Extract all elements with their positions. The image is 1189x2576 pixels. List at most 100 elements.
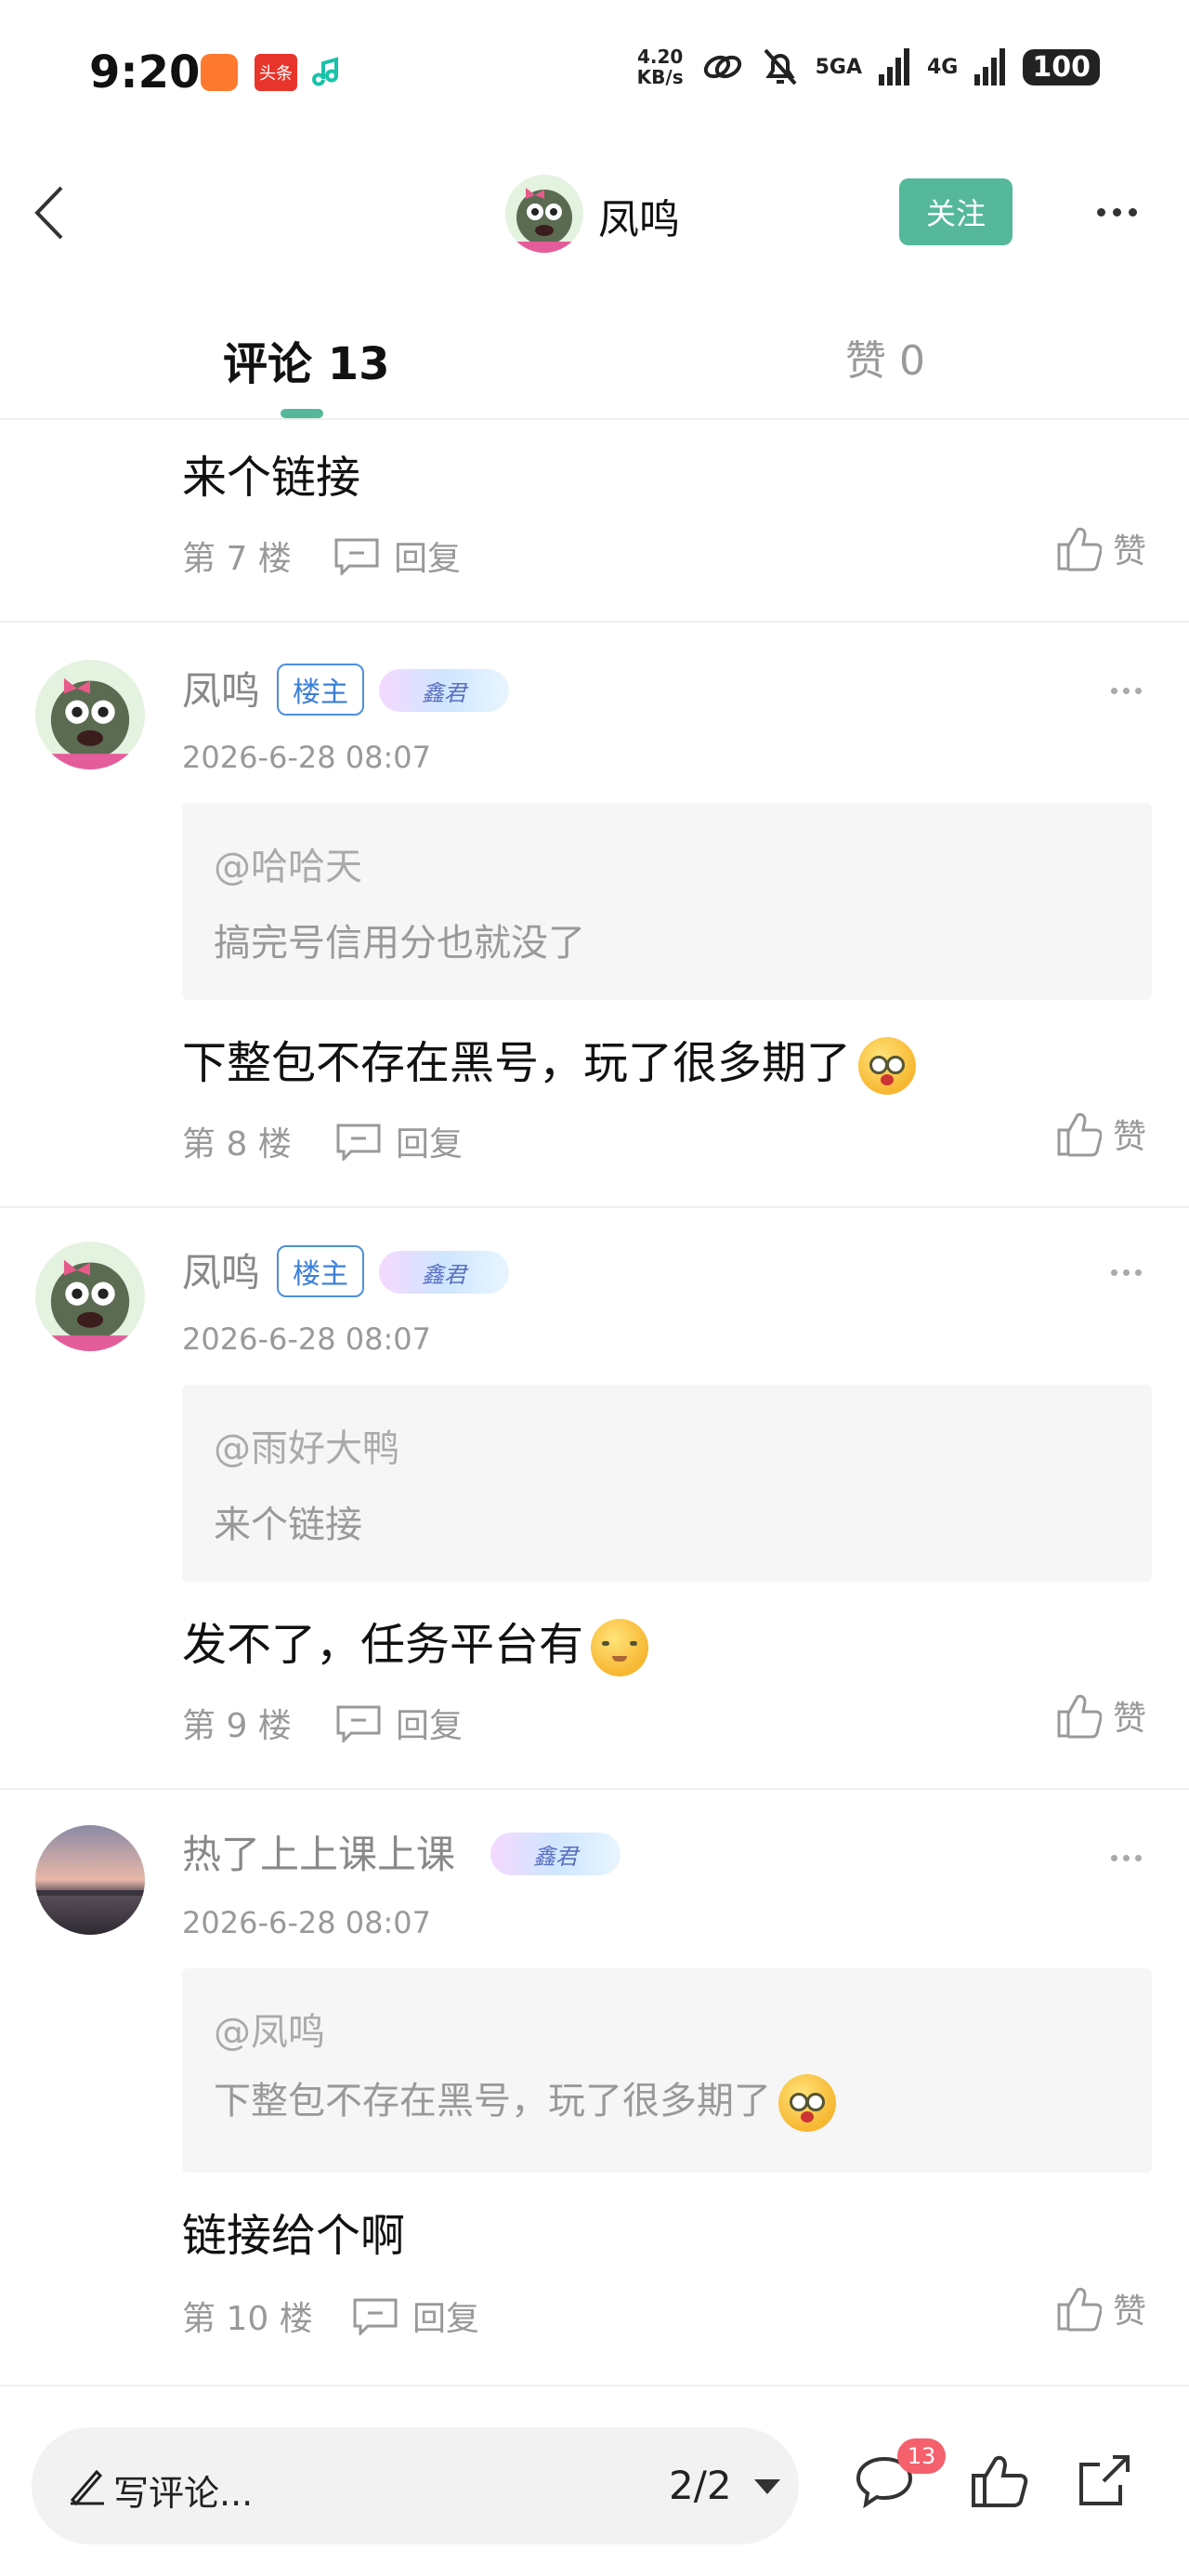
reply-label: 回复 — [412, 2300, 480, 2338]
like-button[interactable]: 赞 — [1055, 524, 1146, 572]
pen-icon — [70, 2469, 104, 2506]
comment-item: 来个链接 第 7 楼 回复 赞 — [0, 422, 1189, 623]
status-bar: 9:20 头条 4.20 KB/s 5GA 4G 100 — [0, 0, 1189, 139]
author-avatar[interactable] — [505, 175, 583, 253]
app-icon-orange — [201, 54, 238, 91]
quoted-comment[interactable]: @雨好大鸭 来个链接 — [182, 1385, 1152, 1582]
comment-content: 发不了，任务平台有 — [182, 1608, 649, 1676]
like-button[interactable]: 赞 — [1055, 1691, 1146, 1740]
toutiao-icon: 头条 — [255, 54, 297, 91]
chevron-down-icon[interactable] — [754, 2479, 780, 2494]
surprised-emoji-icon — [778, 2074, 836, 2132]
quote-text: 搞完号信用分也就没了 — [214, 922, 585, 965]
host-badge: 楼主 — [277, 1245, 364, 1297]
reply-label: 回复 — [394, 540, 462, 578]
floor-number: 第 9 楼 — [182, 1707, 292, 1745]
share-icon[interactable] — [1072, 2448, 1139, 2515]
comment-input-placeholder: 写评论... — [113, 2473, 254, 2514]
signal-4g: 4G — [927, 55, 959, 79]
thumbs-up-icon — [1057, 1694, 1102, 1739]
tab-comments[interactable]: 评论 13 — [223, 327, 390, 392]
reply-button[interactable]: 回复 — [351, 2292, 479, 2340]
reply-label: 回复 — [396, 1707, 464, 1745]
reply-icon — [353, 2298, 398, 2335]
tab-active-indicator — [281, 409, 323, 418]
comment-content-text: 下整包不存在黑号，玩了很多期了 — [182, 1037, 852, 1089]
comment-more-button[interactable] — [1111, 1855, 1142, 1861]
like-button[interactable]: 赞 — [1055, 2284, 1146, 2333]
avatar[interactable] — [35, 1825, 145, 1935]
comment-username[interactable]: 凤鸣 — [182, 1242, 260, 1298]
back-arrow-icon — [34, 186, 63, 240]
shy-emoji-icon — [591, 1619, 649, 1676]
thumbs-up-icon — [1057, 527, 1102, 572]
comment-content: 链接给个啊 — [182, 2210, 406, 2262]
net-speed-unit: KB/s — [636, 66, 684, 88]
more-options-button[interactable] — [1087, 186, 1146, 238]
signal-bars-icon — [879, 48, 909, 85]
reply-button[interactable]: 回复 — [334, 1117, 463, 1165]
quote-text: 来个链接 — [214, 1504, 362, 1546]
comment-date: 2026-6-28 08:07 — [182, 1905, 431, 1940]
reply-button[interactable]: 回复 — [333, 532, 461, 580]
comment-content: 来个链接 — [182, 452, 361, 504]
comment-item: 凤鸣 楼主 鑫君 2026-6-28 08:07 @哈哈天 搞完号信用分也就没了… — [0, 623, 1189, 1208]
comment-more-button[interactable] — [1111, 688, 1142, 694]
like-label: 赞 — [1113, 1118, 1147, 1156]
quoted-comment[interactable]: @哈哈天 搞完号信用分也就没了 — [182, 803, 1152, 1000]
toutiao-label: 头条 — [259, 64, 293, 84]
tab-bar: 评论 13 赞 0 — [0, 316, 1189, 420]
tab-likes[interactable]: 赞 0 — [845, 327, 925, 387]
level-badge: 鑫君 — [379, 1251, 509, 1294]
signal-bars-icon — [974, 48, 1006, 85]
back-button[interactable] — [26, 180, 82, 245]
comment-item: 凤鸣 楼主 鑫君 2026-6-28 08:07 @雨好大鸭 来个链接 发不了，… — [0, 1208, 1189, 1790]
signal-5ga: 5GA — [815, 55, 862, 79]
comment-input[interactable]: 写评论... 2/2 — [32, 2427, 799, 2544]
battery-indicator: 100 — [1023, 48, 1100, 85]
quote-text-content: 下整包不存在黑号，玩了很多期了 — [214, 2080, 771, 2123]
status-time: 9:20 — [89, 46, 201, 99]
author-name[interactable]: 凤鸣 — [598, 186, 680, 245]
net-speed-value: 4.20 — [636, 46, 684, 68]
quote-mention: @凤鸣 — [214, 2011, 325, 2054]
comment-content: 下整包不存在黑号，玩了很多期了 — [182, 1026, 917, 1095]
level-badge: 鑫君 — [379, 669, 509, 712]
comment-item: 热了上上课上课 鑫君 2026-6-28 08:07 @凤鸣 下整包不存在黑号，… — [0, 1790, 1189, 2386]
reply-icon — [334, 538, 379, 575]
bottom-action-bar: 写评论... 2/2 13 — [0, 2388, 1189, 2576]
comment-count-badge: 13 — [897, 2438, 946, 2474]
comment-username[interactable]: 热了上上课上课 — [182, 1823, 455, 1880]
net-speed: 4.20 KB/s — [637, 46, 684, 87]
page-indicator[interactable]: 2/2 — [669, 2463, 732, 2508]
thumbs-up-icon — [1057, 2287, 1102, 2332]
thumbs-up-icon[interactable] — [966, 2448, 1033, 2515]
like-label: 赞 — [1113, 2293, 1147, 2331]
mute-icon — [764, 48, 797, 85]
link-icon — [703, 55, 741, 79]
comment-more-button[interactable] — [1111, 1269, 1142, 1276]
music-icon — [310, 54, 347, 91]
reply-icon — [336, 1124, 381, 1161]
reply-label: 回复 — [396, 1125, 464, 1163]
thumbs-up-icon — [1057, 1112, 1102, 1157]
quote-text: 下整包不存在黑号，玩了很多期了 — [214, 2070, 836, 2132]
comment-username[interactable]: 凤鸣 — [182, 660, 260, 716]
like-label: 赞 — [1113, 532, 1147, 571]
surprised-emoji-icon — [858, 1037, 917, 1095]
like-button[interactable]: 赞 — [1055, 1110, 1146, 1158]
quote-mention: @雨好大鸭 — [214, 1427, 399, 1470]
avatar[interactable] — [35, 1242, 145, 1351]
level-badge: 鑫君 — [490, 1833, 621, 1875]
follow-button[interactable]: 关注 — [899, 178, 1013, 245]
comment-content-text: 发不了，任务平台有 — [182, 1619, 584, 1671]
reply-button[interactable]: 回复 — [334, 1699, 463, 1747]
reply-icon — [336, 1705, 381, 1742]
like-label: 赞 — [1113, 1700, 1147, 1738]
floor-number: 第 10 楼 — [182, 2300, 313, 2338]
floor-number: 第 7 楼 — [182, 540, 292, 578]
quoted-comment[interactable]: @凤鸣 下整包不存在黑号，玩了很多期了 — [182, 1968, 1152, 2173]
quote-mention: @哈哈天 — [214, 846, 362, 888]
avatar[interactable] — [35, 660, 145, 769]
comment-date: 2026-6-28 08:07 — [182, 740, 431, 775]
